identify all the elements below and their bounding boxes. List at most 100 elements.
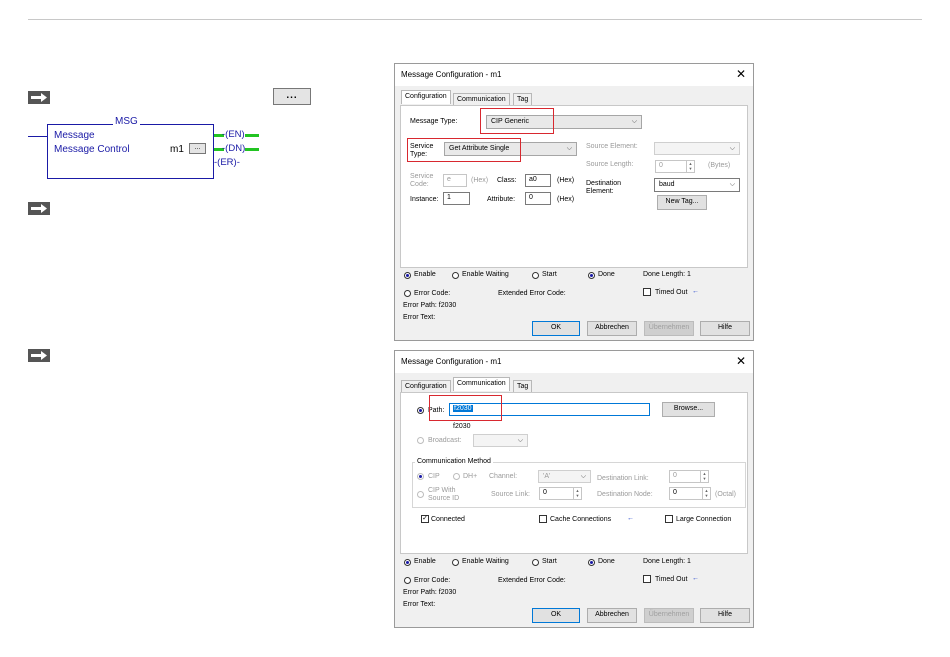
chevron-down-icon: ⌵: [566, 145, 572, 152]
ok-button[interactable]: OK: [532, 608, 580, 623]
start-label: Start: [542, 558, 557, 565]
instance-input[interactable]: 1: [443, 192, 470, 205]
arrow-right-icon: [28, 91, 50, 104]
help-button[interactable]: Hilfe: [700, 608, 750, 623]
source-link-input[interactable]: 0 ▲ ▼: [539, 487, 582, 500]
close-icon[interactable]: ✕: [736, 354, 746, 368]
service-code-label: Service Code:: [410, 173, 434, 188]
error-code-indicator: [404, 290, 411, 297]
error-path: Error Path: f2030: [403, 589, 457, 596]
attribute-label: Attribute:: [487, 196, 516, 203]
tab-tag[interactable]: Tag: [513, 380, 533, 392]
rung-line: [28, 136, 47, 137]
done-length: Done Length: 1: [643, 558, 691, 565]
done-label: Done: [598, 558, 615, 565]
chevron-down-icon: ⌵: [729, 145, 735, 152]
extended-error-label: Extended Error Code:: [498, 577, 566, 584]
timed-out-checkbox[interactable]: [643, 575, 651, 583]
enable-label: Enable: [414, 271, 436, 278]
top-divider: [28, 19, 922, 20]
highlight-box: [429, 395, 502, 421]
tab-configuration[interactable]: Configuration: [401, 380, 451, 392]
attribute-input[interactable]: 0: [525, 192, 551, 205]
tab-bar: Configuration Communication Tag: [401, 90, 751, 106]
bytes-label: (Bytes): [708, 162, 731, 169]
channel-select[interactable]: 'A' ⌵: [538, 470, 591, 483]
arrow-right-icon: [28, 349, 50, 362]
error-code-indicator: [404, 577, 411, 584]
tab-communication[interactable]: Communication: [453, 93, 510, 105]
large-connection-checkbox[interactable]: [665, 515, 673, 523]
cancel-button[interactable]: Abbrechen: [587, 321, 637, 336]
octal-label: (Octal): [715, 491, 736, 498]
cip-source-radio[interactable]: [417, 491, 424, 498]
cip-source-label: CIP With Source ID: [428, 487, 460, 502]
broadcast-radio[interactable]: [417, 437, 424, 444]
path-display: f2030: [453, 423, 471, 430]
timed-out-checkbox[interactable]: [643, 288, 651, 296]
dialog-title: Message Configuration - m1: [401, 357, 502, 366]
dhplus-radio[interactable]: [453, 473, 460, 480]
enable-waiting-indicator: [452, 559, 459, 566]
browse-button[interactable]: Browse...: [662, 402, 715, 417]
close-icon[interactable]: ✕: [736, 67, 746, 81]
service-code-input[interactable]: e: [443, 174, 467, 187]
new-tag-button[interactable]: New Tag...: [657, 195, 707, 210]
highlight-box: [407, 138, 521, 162]
ok-button[interactable]: OK: [532, 321, 580, 336]
done-indicator: [588, 559, 595, 566]
dest-node-input[interactable]: 0 ▲ ▼: [669, 487, 711, 500]
help-button[interactable]: Hilfe: [700, 321, 750, 336]
dest-node-label: Destination Node:: [597, 491, 653, 498]
cancel-button[interactable]: Abbrechen: [587, 608, 637, 623]
dest-link-input[interactable]: 0 ▲ ▼: [669, 470, 709, 483]
destination-select[interactable]: baud ⌵: [654, 178, 740, 192]
msg-instruction-block[interactable]: MSG Message Message Control m1 ... -(EN)…: [28, 113, 268, 183]
hex-label: (Hex): [471, 177, 489, 184]
source-length-label: Source Length:: [586, 161, 634, 168]
msg-tag: m1: [170, 144, 184, 155]
communication-panel: Path: f2030 Browse... f2030 Broadcast: ⌵…: [400, 392, 748, 554]
start-indicator: [532, 272, 539, 279]
cip-radio[interactable]: [417, 473, 424, 480]
msg-config-button[interactable]: ...: [189, 143, 206, 154]
arrow-left-icon: ←: [692, 288, 699, 295]
channel-label: Channel:: [489, 473, 518, 480]
timed-out-label: Timed Out: [655, 576, 688, 583]
cache-checkbox[interactable]: [539, 515, 547, 523]
class-input[interactable]: a0: [525, 174, 551, 187]
apply-button[interactable]: Übernehmen: [644, 321, 694, 336]
extended-error-label: Extended Error Code:: [498, 290, 566, 297]
done-indicator: [588, 272, 595, 279]
dhplus-label: DH+: [463, 473, 478, 480]
source-element-select[interactable]: ⌵: [654, 142, 740, 155]
done-label: Done: [598, 271, 615, 278]
dialog-titlebar: Message Configuration - m1 ✕: [395, 351, 753, 373]
apply-button[interactable]: Übernehmen: [644, 608, 694, 623]
spinner-icon: ▲ ▼: [686, 161, 694, 172]
config-panel: Message Type: CIP Generic ⌵ Service Type:…: [400, 105, 748, 268]
msg-label-control: Message Control: [54, 144, 130, 155]
dialog-title: Message Configuration - m1: [401, 70, 502, 79]
spinner-icon: ▲ ▼: [702, 488, 710, 499]
instance-label: Instance:: [410, 196, 439, 203]
connected-checkbox[interactable]: ✓: [421, 515, 429, 523]
error-text: Error Text:: [403, 601, 436, 608]
tab-tag[interactable]: Tag: [513, 93, 533, 105]
tab-communication[interactable]: Communication: [453, 377, 510, 391]
cache-label: Cache Connections: [550, 516, 612, 523]
path-radio[interactable]: [417, 407, 424, 414]
source-length-input[interactable]: 0 ▲ ▼: [655, 160, 695, 173]
tab-configuration[interactable]: Configuration: [401, 90, 451, 104]
highlight-box: [480, 108, 554, 134]
enable-waiting-label: Enable Waiting: [462, 271, 509, 278]
comm-method-label: Communication Method: [415, 458, 493, 466]
done-length: Done Length: 1: [643, 271, 691, 278]
timed-out-label: Timed Out: [655, 289, 688, 296]
dialog-titlebar: Message Configuration - m1 ✕: [395, 64, 753, 86]
broadcast-select[interactable]: ⌵: [473, 434, 528, 447]
chevron-down-icon: ⌵: [517, 437, 523, 444]
hex-label: (Hex): [557, 177, 575, 184]
ellipsis-button[interactable]: ...: [273, 88, 311, 105]
output-er: -(ER)-: [214, 157, 240, 168]
